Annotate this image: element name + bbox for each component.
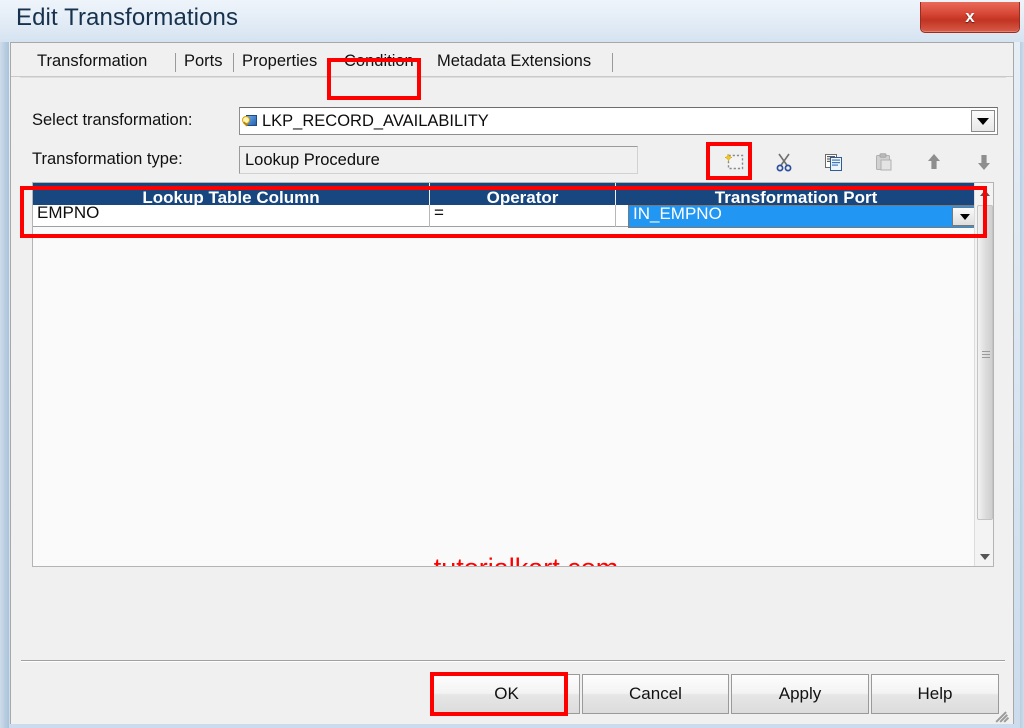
resize-grip[interactable] [995, 708, 1009, 723]
scrollbar-thumb[interactable] [977, 205, 993, 520]
scissors-icon [776, 153, 792, 172]
transformation-type-label: Transformation type: [32, 150, 183, 168]
window-frame-right [1020, 0, 1024, 728]
help-button[interactable]: Help [871, 674, 999, 714]
grid-header-row: Lookup Table Column Operator Transformat… [33, 183, 993, 205]
select-transformation-label: Select transformation: [32, 111, 193, 129]
paste-icon [876, 153, 892, 171]
condition-grid: Lookup Table Column Operator Transformat… [32, 182, 994, 567]
footer-divider [21, 660, 1005, 662]
scroll-up-icon[interactable] [975, 183, 993, 202]
grid-vertical-scrollbar[interactable] [974, 183, 993, 566]
apply-button[interactable]: Apply [731, 674, 869, 714]
paste-button[interactable] [866, 149, 902, 175]
copy-icon [825, 154, 842, 171]
column-header-operator[interactable]: Operator [430, 183, 615, 205]
tab-separator [612, 53, 613, 72]
chevron-down-icon[interactable] [971, 110, 995, 132]
tab-properties[interactable]: Properties [236, 48, 323, 75]
tab-ports[interactable]: Ports [178, 48, 229, 75]
transformation-port-combobox[interactable]: IN_EMPNO [628, 203, 980, 228]
tab-transformation[interactable]: Transformation [31, 48, 153, 75]
ok-button[interactable]: OK [433, 674, 580, 714]
scroll-down-icon[interactable] [975, 547, 993, 566]
window-frame-left [0, 0, 9, 728]
lookup-transformation-icon [242, 113, 259, 129]
tab-strip: Transformation Ports Properties Conditio… [11, 43, 1013, 77]
new-row-icon [724, 153, 744, 170]
copy-button[interactable] [816, 149, 852, 175]
close-button[interactable]: x [920, 2, 1020, 33]
window-title: Edit Transformations [16, 4, 239, 31]
close-icon: x [965, 7, 975, 26]
tab-separator [233, 53, 234, 72]
new-condition-button[interactable] [717, 149, 753, 175]
transformation-type-field: Lookup Procedure [239, 146, 638, 174]
tab-separator [175, 53, 176, 72]
tab-metadata-extensions[interactable]: Metadata Extensions [431, 48, 597, 75]
cancel-button[interactable]: Cancel [582, 674, 729, 714]
arrow-up-icon [928, 154, 940, 169]
table-row[interactable]: EMPNO = IN_EMPNO [33, 203, 993, 228]
title-bar: Edit Transformations x [0, 0, 1024, 42]
cell-operator[interactable]: = [430, 205, 615, 227]
edit-transformations-window: Edit Transformations x Transformation Po… [0, 0, 1024, 728]
cut-button[interactable] [766, 149, 802, 175]
select-transformation-combobox[interactable]: LKP_RECORD_AVAILABILITY [239, 107, 998, 135]
transformation-type-value: Lookup Procedure [245, 150, 380, 169]
arrow-down-icon [978, 155, 990, 170]
condition-tab-panel: Select transformation: LKP_RECORD_AVAILA… [20, 77, 1006, 690]
cell-transformation-port: IN_EMPNO [633, 203, 722, 223]
column-header-lookup-table-column[interactable]: Lookup Table Column [33, 183, 429, 205]
move-down-button[interactable] [966, 149, 1002, 175]
scrollbar-grip [982, 351, 990, 360]
cell-divider [615, 205, 616, 227]
tab-condition[interactable]: Condition [338, 48, 420, 75]
watermark-text: tutorialkart.com [33, 553, 993, 566]
column-header-transformation-port[interactable]: Transformation Port [616, 183, 976, 205]
cell-lookup-table-column[interactable]: EMPNO [33, 205, 429, 227]
dialog-client-area: Transformation Ports Properties Conditio… [10, 42, 1014, 724]
move-up-button[interactable] [916, 149, 952, 175]
select-transformation-value: LKP_RECORD_AVAILABILITY [262, 111, 489, 130]
